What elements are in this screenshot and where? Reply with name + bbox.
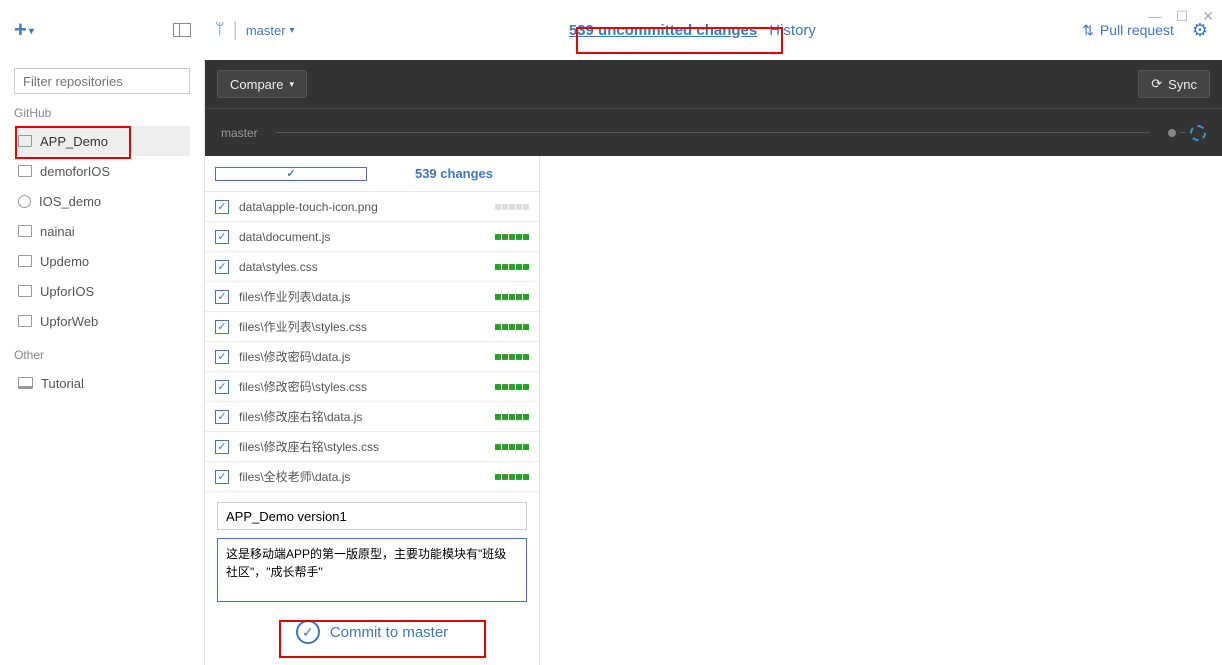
repo-icon bbox=[18, 135, 32, 147]
monitor-icon bbox=[18, 377, 33, 389]
commit-graph-head bbox=[1168, 125, 1206, 141]
diff-panel bbox=[540, 156, 1222, 665]
diff-indicator bbox=[495, 474, 529, 480]
file-row[interactable]: ✓ data\apple-touch-icon.png bbox=[205, 192, 539, 222]
pull-request-icon: ⇅ bbox=[1082, 22, 1094, 39]
file-row[interactable]: ✓ files\修改座右铭\styles.css bbox=[205, 432, 539, 462]
panel-toggle-icon[interactable] bbox=[173, 23, 191, 37]
repo-label: Updemo bbox=[40, 254, 89, 269]
caret-down-icon: ▾ bbox=[29, 26, 34, 37]
file-path: files\修改密码\data.js bbox=[239, 348, 485, 365]
file-row[interactable]: ✓ data\styles.css bbox=[205, 252, 539, 282]
repo-label: IOS_demo bbox=[39, 194, 101, 209]
sidebar-item-app_demo[interactable]: APP_Demo bbox=[14, 126, 190, 156]
compare-button[interactable]: Compare ▾ bbox=[217, 70, 307, 98]
branch-selector[interactable]: master ▾ bbox=[246, 23, 295, 38]
file-row[interactable]: ✓ files\修改密码\styles.css bbox=[205, 372, 539, 402]
sidebar-item-updemo[interactable]: Updemo bbox=[14, 246, 190, 276]
sidebar-item-demoforios[interactable]: demoforIOS bbox=[14, 156, 190, 186]
branch-icon[interactable]: ᛘ bbox=[215, 21, 225, 39]
sidebar: GitHub APP_Demo demoforIOS IOS_demonainai U… bbox=[0, 60, 205, 665]
file-checkbox[interactable]: ✓ bbox=[215, 200, 229, 214]
file-checkbox[interactable]: ✓ bbox=[215, 470, 229, 484]
repo-icon bbox=[18, 255, 32, 267]
commit-dot-icon bbox=[1168, 129, 1176, 137]
diff-indicator bbox=[495, 414, 529, 420]
file-path: files\作业列表\styles.css bbox=[239, 318, 485, 335]
sync-icon: ⟳ bbox=[1151, 76, 1162, 92]
file-path: data\styles.css bbox=[239, 260, 485, 274]
commit-graph-line bbox=[276, 132, 1150, 133]
sync-button[interactable]: ⟳ Sync bbox=[1138, 70, 1210, 98]
file-checkbox[interactable]: ✓ bbox=[215, 320, 229, 334]
file-path: files\修改座右铭\data.js bbox=[239, 408, 485, 425]
window-minimize[interactable]: — bbox=[1148, 8, 1162, 25]
check-circle-icon: ✓ bbox=[296, 620, 320, 644]
file-checkbox[interactable]: ✓ bbox=[215, 260, 229, 274]
file-row[interactable]: ✓ files\修改座右铭\data.js bbox=[205, 402, 539, 432]
commit-button[interactable]: ✓ Commit to master bbox=[280, 616, 464, 648]
commit-description-input[interactable] bbox=[217, 538, 527, 602]
repo-label: UpforIOS bbox=[40, 284, 94, 299]
sidebar-item-upforios[interactable]: UpforIOS bbox=[14, 276, 190, 306]
file-row[interactable]: ✓ files\作业列表\data.js bbox=[205, 282, 539, 312]
commit-summary-input[interactable] bbox=[217, 502, 527, 530]
file-path: data\document.js bbox=[239, 230, 485, 244]
changes-header: ✓ 539 changes bbox=[205, 156, 539, 192]
file-row[interactable]: ✓ files\修改密码\data.js bbox=[205, 342, 539, 372]
caret-down-icon: ▾ bbox=[290, 25, 295, 36]
file-path: data\apple-touch-icon.png bbox=[239, 200, 485, 214]
diff-indicator bbox=[495, 234, 529, 240]
repo-icon bbox=[18, 315, 32, 327]
section-other: Other bbox=[14, 348, 190, 362]
repo-icon bbox=[18, 165, 32, 177]
diff-indicator bbox=[495, 264, 529, 270]
sidebar-item-ios_demo[interactable]: IOS_demo bbox=[14, 186, 190, 216]
sidebar-item-upforweb[interactable]: UpforWeb bbox=[14, 306, 190, 336]
diff-indicator bbox=[495, 444, 529, 450]
caret-down-icon: ▾ bbox=[289, 79, 294, 90]
window-close[interactable]: ✕ bbox=[1202, 8, 1214, 25]
tab-changes[interactable]: 539 uncommitted changes bbox=[569, 22, 757, 39]
file-path: files\作业列表\data.js bbox=[239, 288, 485, 305]
file-path: files\修改座右铭\styles.css bbox=[239, 438, 485, 455]
repo-icon bbox=[18, 225, 32, 237]
file-checkbox[interactable]: ✓ bbox=[215, 440, 229, 454]
graph-branch-label: master bbox=[221, 126, 258, 140]
sidebar-item-nainai[interactable]: nainai bbox=[14, 216, 190, 246]
repo-label: demoforIOS bbox=[40, 164, 110, 179]
uncommitted-ring-icon bbox=[1190, 125, 1206, 141]
file-checkbox[interactable]: ✓ bbox=[215, 230, 229, 244]
file-checkbox[interactable]: ✓ bbox=[215, 410, 229, 424]
plus-icon: + bbox=[14, 17, 27, 43]
diff-indicator bbox=[495, 384, 529, 390]
select-all-checkbox[interactable]: ✓ bbox=[215, 167, 367, 181]
window-maximize[interactable]: ☐ bbox=[1176, 8, 1189, 25]
add-repo-button[interactable]: + ▾ bbox=[14, 17, 34, 43]
repo-label: APP_Demo bbox=[40, 134, 108, 149]
sidebar-item-tutorial[interactable]: Tutorial bbox=[14, 368, 190, 398]
file-row[interactable]: ✓ data\document.js bbox=[205, 222, 539, 252]
file-row[interactable]: ✓ files\全校老师\data.js bbox=[205, 462, 539, 492]
repo-label: Tutorial bbox=[41, 376, 84, 391]
repo-label: UpforWeb bbox=[40, 314, 98, 329]
file-checkbox[interactable]: ✓ bbox=[215, 380, 229, 394]
diff-indicator bbox=[495, 324, 529, 330]
file-row[interactable]: ✓ files\作业列表\styles.css bbox=[205, 312, 539, 342]
section-github: GitHub bbox=[14, 106, 190, 120]
diff-indicator bbox=[495, 294, 529, 300]
tab-history[interactable]: History bbox=[769, 22, 816, 39]
file-path: files\修改密码\styles.css bbox=[239, 378, 485, 395]
diff-indicator bbox=[495, 204, 529, 210]
file-checkbox[interactable]: ✓ bbox=[215, 290, 229, 304]
filter-repos-input[interactable] bbox=[14, 68, 190, 94]
file-path: files\全校老师\data.js bbox=[239, 468, 485, 485]
clock-icon bbox=[18, 195, 31, 208]
diff-indicator bbox=[495, 354, 529, 360]
file-checkbox[interactable]: ✓ bbox=[215, 350, 229, 364]
repo-label: nainai bbox=[40, 224, 75, 239]
repo-icon bbox=[18, 285, 32, 297]
